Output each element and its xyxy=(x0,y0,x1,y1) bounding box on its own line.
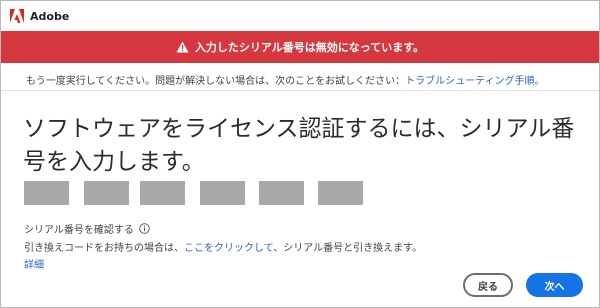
warning-icon xyxy=(176,41,189,53)
serial-field-4[interactable] xyxy=(200,181,245,205)
adobe-logo-icon xyxy=(10,9,24,23)
info-icon[interactable] xyxy=(139,223,150,234)
details-link[interactable]: 詳細 xyxy=(24,256,44,271)
divider xyxy=(1,90,599,91)
serial-field-2[interactable] xyxy=(84,181,129,205)
back-button[interactable]: 戻る xyxy=(463,273,513,297)
serial-field-1[interactable] xyxy=(24,181,69,205)
page-heading: ソフトウェアをライセンス認証するには、シリアル番号を入力します。 xyxy=(23,116,575,175)
retry-text: もう一度実行してください。問題が解決しない場合は、次のことをお試しください： xyxy=(26,76,406,87)
title-bar: Adobe xyxy=(1,1,599,31)
retry-instructions: もう一度実行してください。問題が解決しない場合は、次のことをお試しください：トラ… xyxy=(26,72,545,87)
next-button[interactable]: 次へ xyxy=(526,273,583,297)
app-title: Adobe xyxy=(30,9,70,23)
redeem-code-line: 引き換えコードをお持ちの場合は、ここをクリックして、シリアル番号と引き換えます。 xyxy=(24,239,422,254)
error-message: 入力したシリアル番号は無効になっています。 xyxy=(194,41,425,54)
verify-serial-row: シリアル番号を確認する xyxy=(24,221,150,236)
redeem-prefix: 引き換えコードをお持ちの場合は、 xyxy=(24,243,184,254)
serial-field-3[interactable] xyxy=(140,181,185,205)
activation-window: Adobe 入力したシリアル番号は無効になっています。 もう一度実行してください… xyxy=(0,0,600,308)
redeem-suffix: 、シリアル番号と引き換えます。 xyxy=(273,243,423,254)
error-banner: 入力したシリアル番号は無効になっています。 xyxy=(1,31,599,63)
troubleshooting-link[interactable]: トラブルシューティング手順。 xyxy=(405,76,544,87)
redeem-code-link[interactable]: ここをクリックして xyxy=(184,243,273,254)
verify-serial-label: シリアル番号を確認する xyxy=(24,225,134,236)
serial-field-6[interactable] xyxy=(318,181,363,205)
serial-number-fields xyxy=(24,181,378,205)
serial-field-5[interactable] xyxy=(259,181,304,205)
